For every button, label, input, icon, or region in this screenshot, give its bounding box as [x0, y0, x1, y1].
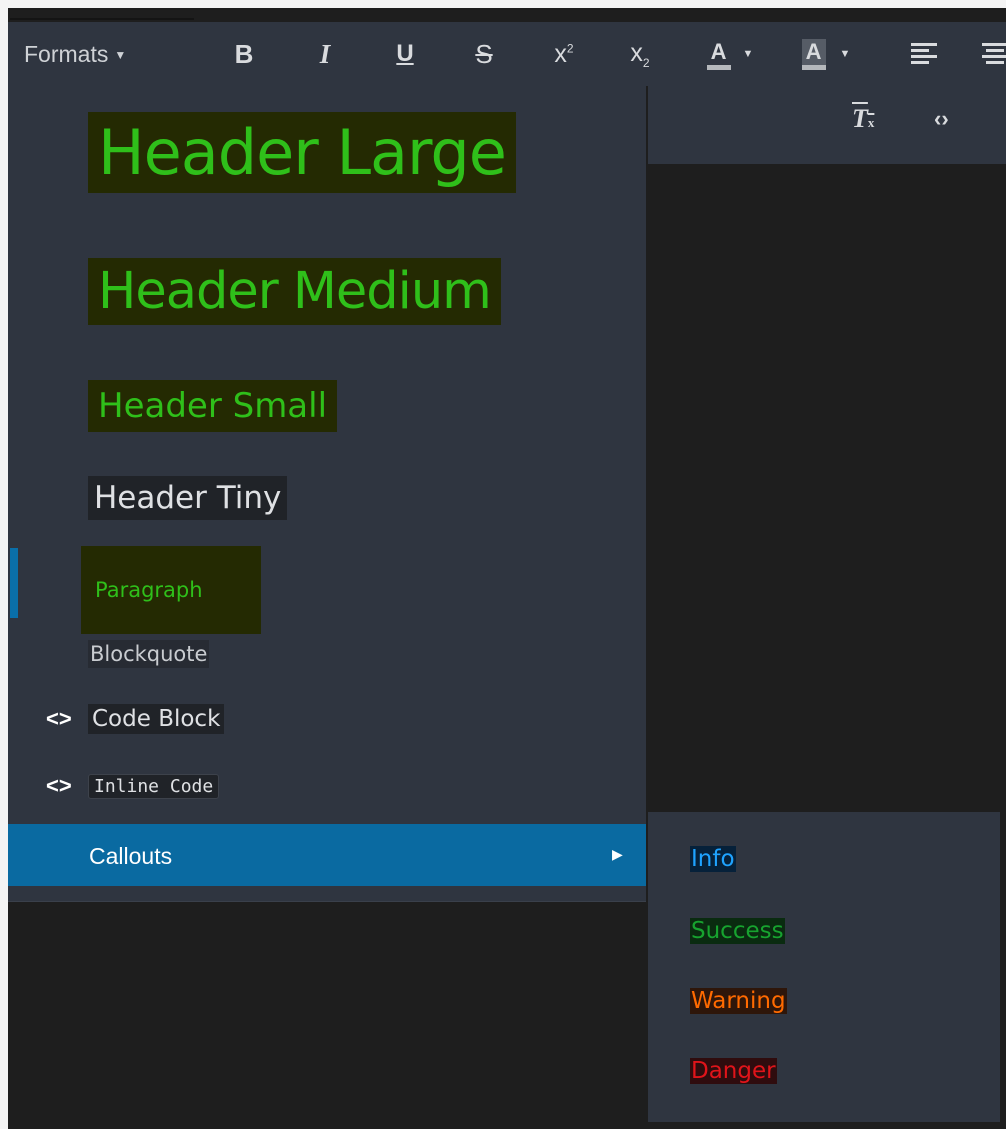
toolbar-row-2: Tx ‹› — [648, 86, 1006, 164]
background-color-button[interactable]: A ▼ — [792, 22, 860, 86]
strikethrough-icon: S — [475, 38, 493, 69]
inline-code-label: Inline Code — [94, 776, 214, 797]
strikethrough-button[interactable]: S — [466, 22, 502, 86]
formats-menu: Header Large Header Medium Header Small … — [8, 86, 646, 902]
paragraph-label: Paragraph — [95, 578, 203, 602]
editor-toolbar: Formats ▼ B I U S x2 x2 A ▼ A ▼ — [8, 22, 1006, 86]
italic-icon: I — [319, 38, 331, 69]
header-medium-label: Header Medium — [98, 262, 492, 321]
menu-item-header-large[interactable]: Header Large — [88, 112, 516, 193]
source-code-icon[interactable]: ‹› — [934, 106, 949, 132]
callouts-label: Callouts — [89, 843, 173, 869]
chevron-right-icon: ▶ — [612, 846, 623, 862]
code-icon: <> — [46, 773, 72, 798]
align-center-icon — [982, 43, 1006, 64]
menu-item-header-medium[interactable]: Header Medium — [88, 258, 501, 325]
subscript-button[interactable]: x2 — [620, 22, 660, 86]
menu-item-inline-code[interactable]: Inline Code — [88, 774, 220, 799]
subscript-icon: x2 — [630, 38, 650, 70]
align-left-icon — [911, 43, 937, 64]
submenu-item-success[interactable]: Success — [690, 918, 785, 944]
chevron-down-icon: ▼ — [839, 48, 851, 60]
bold-icon: B — [234, 38, 254, 69]
success-label: Success — [691, 918, 784, 944]
menu-item-header-small[interactable]: Header Small — [88, 380, 338, 432]
superscript-icon: x2 — [554, 39, 574, 68]
submenu-item-danger[interactable]: Danger — [690, 1058, 777, 1084]
background-color-icon: A — [801, 38, 826, 70]
menu-item-callouts[interactable]: Callouts ▶ — [8, 824, 646, 886]
code-block-label: Code Block — [92, 706, 221, 732]
selected-indicator — [10, 548, 18, 618]
remove-format-icon[interactable]: Tx — [852, 104, 874, 134]
header-small-label: Header Small — [98, 386, 328, 426]
warning-label: Warning — [691, 988, 786, 1014]
formats-label: Formats — [24, 40, 109, 67]
menu-item-header-tiny[interactable]: Header Tiny — [88, 476, 288, 520]
text-color-button[interactable]: A ▼ — [700, 22, 760, 86]
text-color-icon: A — [706, 39, 731, 70]
top-divider — [10, 18, 194, 20]
menu-item-blockquote[interactable]: Blockquote — [88, 640, 210, 668]
danger-label: Danger — [691, 1058, 776, 1084]
underline-icon: U — [396, 40, 414, 67]
formats-dropdown[interactable]: Formats ▼ — [24, 22, 126, 86]
header-tiny-label: Header Tiny — [94, 480, 282, 516]
blockquote-label: Blockquote — [90, 642, 208, 666]
submenu-item-info[interactable]: Info — [690, 846, 736, 872]
menu-item-code-block[interactable]: Code Block — [88, 704, 225, 734]
info-label: Info — [691, 846, 735, 872]
chevron-down-icon: ▼ — [114, 48, 127, 62]
callouts-submenu: Info Success Warning Danger — [648, 812, 1000, 1122]
italic-button[interactable]: I — [310, 22, 340, 86]
superscript-button[interactable]: x2 — [544, 22, 584, 86]
align-left-button[interactable] — [906, 22, 942, 86]
chevron-down-icon: ▼ — [742, 48, 754, 60]
align-center-button[interactable] — [980, 22, 1006, 86]
bold-button[interactable]: B — [230, 22, 258, 86]
code-icon: <> — [46, 706, 72, 731]
submenu-item-warning[interactable]: Warning — [690, 988, 787, 1014]
underline-button[interactable]: U — [390, 22, 420, 86]
menu-item-paragraph[interactable]: Paragraph — [81, 546, 261, 634]
header-large-label: Header Large — [98, 116, 507, 189]
